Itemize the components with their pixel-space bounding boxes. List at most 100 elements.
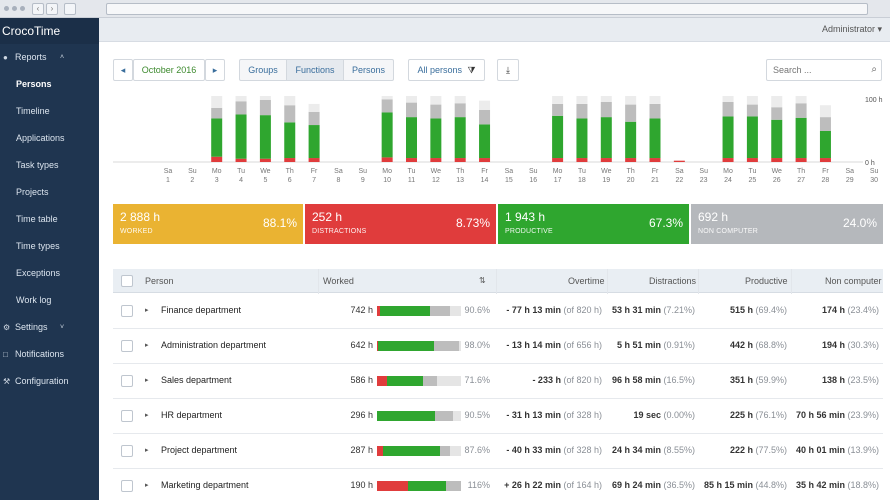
bar-non_computer-day-5[interactable] (259, 99, 271, 116)
expand-icon[interactable]: ▸ (145, 341, 149, 349)
bar-productive-day-7[interactable] (308, 125, 320, 159)
bar-remaining-day-12[interactable] (430, 96, 442, 105)
sidebar-section-notifications[interactable]: □ Notifications (0, 341, 99, 368)
bar-remaining-day-20[interactable] (625, 96, 637, 105)
bar-non_computer-day-11[interactable] (406, 102, 417, 118)
month-picker[interactable]: October 2016 (133, 59, 205, 81)
user-menu[interactable]: Administrator ▾ (822, 24, 882, 35)
sort-icon[interactable]: ⇅ (479, 269, 486, 293)
department-name[interactable]: Administration department (161, 340, 266, 350)
bar-remaining-day-25[interactable] (746, 96, 758, 105)
summary-tile-distractions[interactable]: 252 h DISTRACTIONS 8.73% (305, 204, 496, 244)
browser-back-button[interactable]: ‹ (32, 3, 44, 15)
bar-distractions-day-17[interactable] (552, 158, 564, 162)
bar-productive-day-17[interactable] (552, 115, 564, 159)
bar-remaining-day-17[interactable] (552, 96, 564, 104)
bar-non_computer-day-13[interactable] (454, 103, 466, 118)
bar-remaining-day-13[interactable] (454, 96, 466, 104)
bar-productive-day-4[interactable] (235, 114, 247, 159)
bar-remaining-day-3[interactable] (211, 96, 223, 108)
bar-non_computer-day-21[interactable] (649, 103, 661, 119)
bar-non_computer-day-17[interactable] (552, 103, 564, 116)
bar-productive-day-20[interactable] (625, 121, 637, 159)
view-groups-tab[interactable]: Groups (239, 59, 287, 81)
bar-remaining-day-27[interactable] (795, 96, 807, 104)
browser-tab-button[interactable] (64, 3, 76, 15)
bar-distractions-day-25[interactable] (746, 158, 758, 162)
row-checkbox[interactable] (121, 375, 133, 387)
sidebar-item-applications[interactable]: Applications (0, 125, 99, 152)
sidebar-item-timeline[interactable]: Timeline (0, 98, 99, 125)
bar-non_computer-day-28[interactable] (819, 117, 831, 131)
bar-distractions-day-14[interactable] (479, 158, 491, 162)
expand-icon[interactable]: ▸ (145, 306, 149, 314)
sidebar-section-reports[interactable]: ● Reports ˄ (0, 44, 99, 71)
window-controls[interactable] (4, 6, 25, 11)
window-dot-icon[interactable] (12, 6, 17, 11)
bar-non_computer-day-12[interactable] (430, 104, 442, 119)
expand-icon[interactable]: ▸ (145, 446, 149, 454)
search-icon[interactable]: ⌕ (871, 64, 877, 75)
bar-distractions-day-20[interactable] (625, 158, 637, 162)
table-row[interactable]: ▸ Marketing department 190 h 116% + 26 h 22 … (113, 469, 883, 500)
bar-productive-day-3[interactable] (211, 118, 223, 157)
bar-non_computer-day-24[interactable] (722, 101, 734, 117)
summary-tile-worked[interactable]: 2 888 h WORKED 88.1% (113, 204, 303, 244)
table-row[interactable]: ▸ Sales department 586 h 71.6% - 233 h (of 8… (113, 364, 883, 399)
bar-distractions-day-22[interactable] (673, 160, 685, 162)
bar-distractions-day-7[interactable] (308, 158, 320, 162)
search-box[interactable]: ⌕ (766, 59, 882, 81)
bar-distractions-day-21[interactable] (649, 158, 661, 162)
bar-non_computer-day-26[interactable] (771, 107, 783, 120)
bar-productive-day-18[interactable] (576, 118, 588, 159)
col-productive[interactable]: Productive (745, 269, 788, 293)
search-input[interactable] (767, 60, 857, 80)
bar-distractions-day-24[interactable] (722, 158, 734, 162)
table-row[interactable]: ▸ Project department 287 h 87.6% - 40 h 33 m… (113, 434, 883, 469)
bar-non_computer-day-7[interactable] (308, 111, 320, 126)
bar-productive-day-25[interactable] (746, 116, 758, 159)
bar-productive-day-5[interactable] (259, 115, 271, 159)
bar-distractions-day-19[interactable] (600, 158, 612, 162)
all-persons-filter[interactable]: All persons ⧩ (408, 59, 485, 81)
sidebar-item-persons[interactable]: Persons (0, 71, 99, 98)
window-dot-icon[interactable] (4, 6, 9, 11)
bar-distractions-day-10[interactable] (381, 157, 393, 162)
select-all-checkbox[interactable] (121, 275, 133, 287)
bar-remaining-day-18[interactable] (576, 96, 588, 104)
sidebar-item-exceptions[interactable]: Exceptions (0, 260, 99, 287)
prev-month-button[interactable]: ◂ (113, 59, 133, 81)
department-name[interactable]: Project department (161, 445, 237, 455)
bar-non_computer-day-25[interactable] (746, 104, 758, 117)
sidebar-item-time-types[interactable]: Time types (0, 233, 99, 260)
department-name[interactable]: Marketing department (161, 480, 249, 490)
col-non-computer[interactable]: Non computer (825, 269, 882, 293)
summary-tile-productive[interactable]: 1 943 h PRODUCTIVE 67.3% (498, 204, 689, 244)
bar-non_computer-day-6[interactable] (284, 105, 296, 123)
bar-productive-day-13[interactable] (454, 117, 466, 159)
bar-distractions-day-13[interactable] (454, 158, 466, 162)
department-name[interactable]: Sales department (161, 375, 232, 385)
col-worked[interactable]: Worked (323, 269, 354, 293)
col-person[interactable]: Person (145, 269, 174, 293)
bar-distractions-day-5[interactable] (259, 158, 271, 162)
bar-remaining-day-10[interactable] (381, 96, 393, 100)
bar-distractions-day-26[interactable] (771, 158, 783, 162)
bar-distractions-day-3[interactable] (211, 156, 223, 162)
bar-non_computer-day-19[interactable] (600, 101, 612, 118)
row-checkbox[interactable] (121, 445, 133, 457)
bar-productive-day-6[interactable] (284, 122, 296, 159)
bar-productive-day-10[interactable] (381, 112, 393, 158)
expand-icon[interactable]: ▸ (145, 481, 149, 489)
next-month-button[interactable]: ▸ (205, 59, 225, 81)
bar-distractions-day-6[interactable] (284, 158, 296, 162)
bar-productive-day-24[interactable] (722, 116, 734, 159)
bar-non_computer-day-20[interactable] (625, 104, 637, 122)
browser-forward-button[interactable]: › (46, 3, 58, 15)
bar-remaining-day-11[interactable] (406, 96, 417, 103)
bar-remaining-day-21[interactable] (649, 96, 661, 104)
col-overtime[interactable]: Overtime (568, 269, 605, 293)
bar-productive-day-21[interactable] (649, 118, 661, 159)
summary-tile-non-computer[interactable]: 692 h NON COMPUTER 24.0% (691, 204, 883, 244)
row-checkbox[interactable] (121, 305, 133, 317)
